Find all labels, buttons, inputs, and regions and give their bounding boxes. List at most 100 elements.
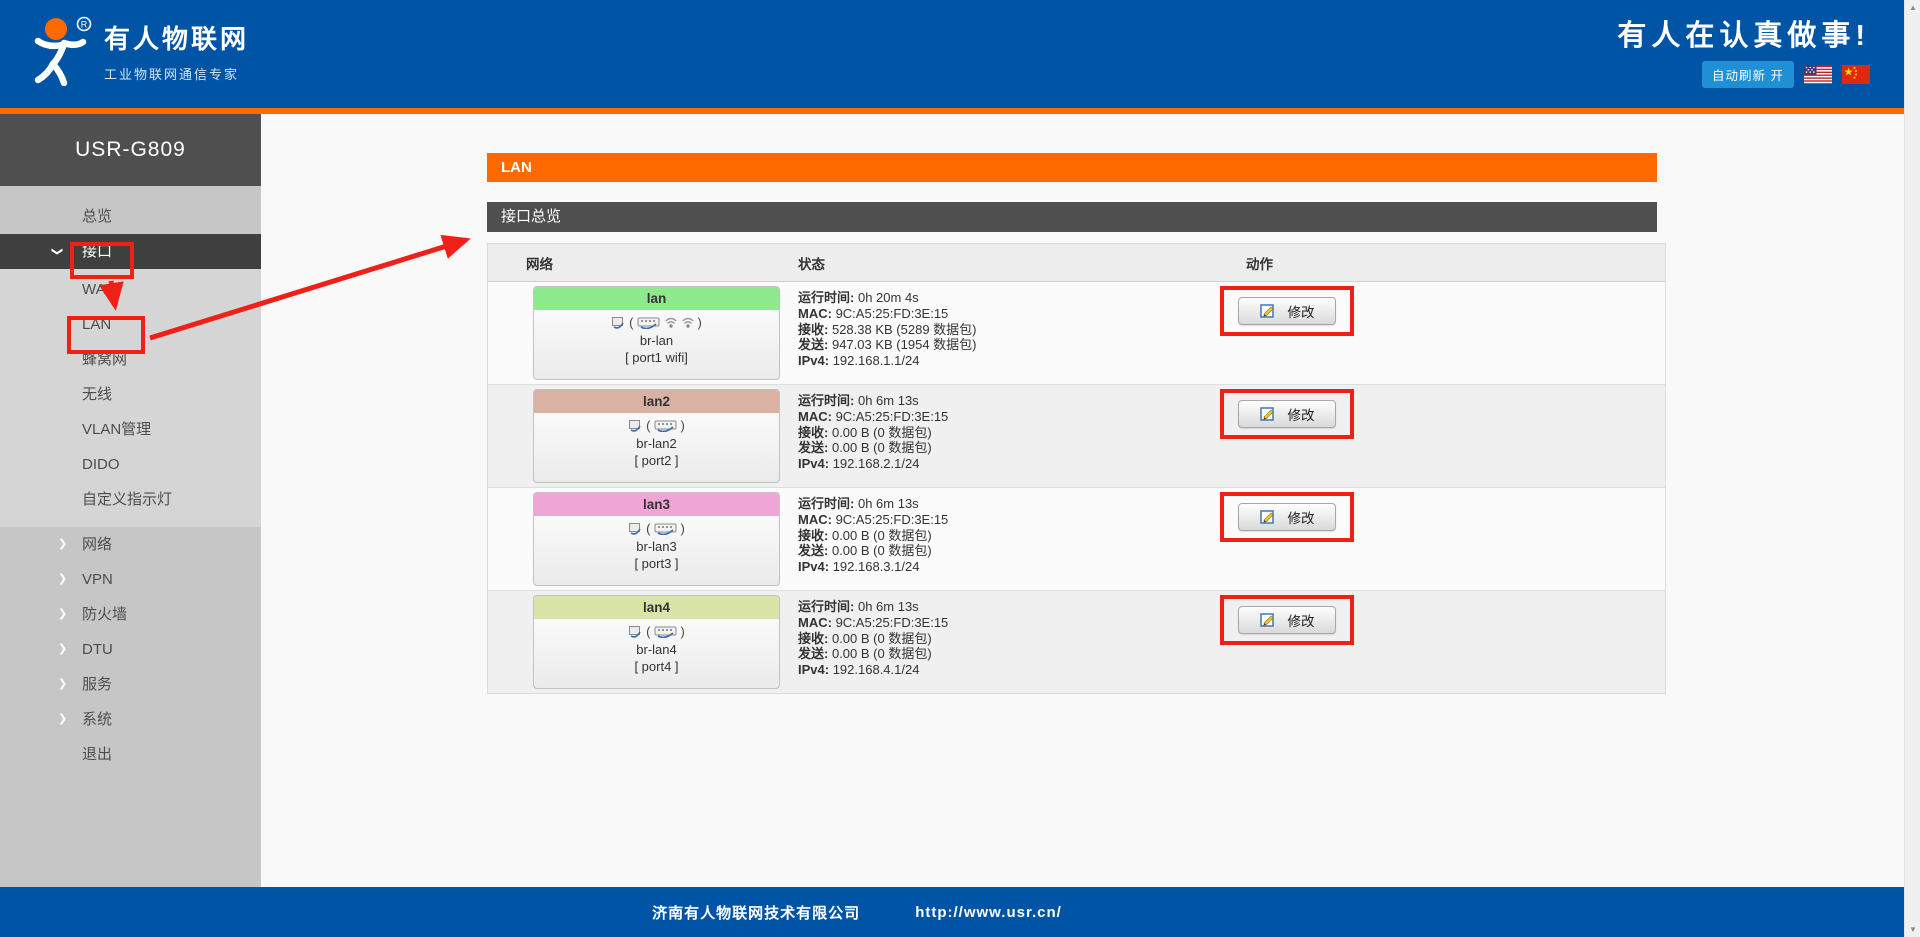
edit-button-lan[interactable]: 修改 xyxy=(1238,297,1336,325)
interfaces-submenu: WAN LAN 蜂窝网 无线 VLAN管理 DIDO 自定义指示灯 xyxy=(0,269,261,527)
edit-icon xyxy=(1260,612,1276,628)
us-flag-icon[interactable] xyxy=(1804,65,1832,84)
chevron-right-icon: ❯ xyxy=(58,597,67,632)
sidebar-item-vlan[interactable]: VLAN管理 xyxy=(0,412,261,447)
interface-name: lan2 xyxy=(534,390,779,413)
sidebar-item-interfaces[interactable]: ❯接口 xyxy=(0,234,261,269)
port-list: [ port4 ] xyxy=(534,658,779,675)
main-content: LAN 接口总览 网络 状态 动作 lan ( xyxy=(261,114,1904,887)
port-list: [ port1 wifi] xyxy=(534,349,779,366)
sidebar-item-wireless[interactable]: 无线 xyxy=(0,377,261,412)
section-title: 接口总览 xyxy=(487,202,1657,232)
col-status: 状态 xyxy=(788,253,1218,273)
chevron-right-icon: ❯ xyxy=(58,632,67,667)
sidebar-item-wan[interactable]: WAN xyxy=(0,272,261,307)
table-row-lan2: lan2 ( ) br-lan2 [ port2 ] xyxy=(488,385,1665,488)
port-list: [ port3 ] xyxy=(534,555,779,572)
sidebar-item-cellular[interactable]: 蜂窝网 xyxy=(0,342,261,377)
sidebar-item-logout[interactable]: 退出 xyxy=(0,737,261,772)
wifi-icon xyxy=(681,316,695,329)
interface-card-lan3: lan3 ( ) br-lan3 [ port3 ] xyxy=(533,492,780,586)
top-header: R 有人物联网 工业物联网通信专家 有人在认真做事! 自动刷新 开 xyxy=(0,0,1904,108)
bridge-name: br-lan xyxy=(534,332,779,349)
interface-icons: ( ) xyxy=(534,622,779,641)
interface-icons: ( ) xyxy=(534,416,779,435)
router-admin-page: R 有人物联网 工业物联网通信专家 有人在认真做事! 自动刷新 开 xyxy=(0,0,1920,937)
edit-button-lan4[interactable]: 修改 xyxy=(1238,606,1336,634)
interface-card-lan: lan ( ) br-lan [ port1 wifi] xyxy=(533,286,780,380)
bridge-name: br-lan3 xyxy=(534,538,779,555)
header-controls: 自动刷新 开 ★ xyxy=(1702,61,1870,88)
edit-button-lan3[interactable]: 修改 xyxy=(1238,503,1336,531)
interface-card-lan2: lan2 ( ) br-lan2 [ port2 ] xyxy=(533,389,780,483)
device-name: USR-G809 xyxy=(0,114,261,186)
brand-title: 有人物联网 xyxy=(104,24,249,54)
interface-name: lan3 xyxy=(534,493,779,516)
usr-logo-icon: R xyxy=(26,14,92,86)
scrollbar[interactable]: ▲ ▼ xyxy=(1904,0,1920,937)
annotation-box: 修改 xyxy=(1220,286,1354,336)
footer: 济南有人物联网技术有限公司 http://www.usr.cn/ xyxy=(0,887,1904,937)
interface-name: lan4 xyxy=(534,596,779,619)
interface-status: 运行时间: 0h 6m 13s MAC: 9C:A5:25:FD:3E:15 接… xyxy=(788,591,1218,693)
chevron-right-icon: ❯ xyxy=(58,667,67,702)
scroll-down-arrow-icon[interactable]: ▼ xyxy=(1905,925,1920,934)
bridge-name: br-lan2 xyxy=(534,435,779,452)
interface-status: 运行时间: 0h 6m 13s MAC: 9C:A5:25:FD:3E:15 接… xyxy=(788,385,1218,487)
interface-table: 网络 状态 动作 lan ( xyxy=(487,243,1666,694)
auto-refresh-toggle[interactable]: 自动刷新 开 xyxy=(1702,61,1794,88)
edit-icon xyxy=(1260,406,1276,422)
wifi-icon xyxy=(664,316,678,329)
ethernet-port-icon xyxy=(628,419,643,432)
sidebar-item-custom-led[interactable]: 自定义指示灯 xyxy=(0,482,261,517)
ethernet-port-icon xyxy=(611,316,626,329)
ethernet-port-icon xyxy=(628,522,643,535)
ethernet-port-icon xyxy=(628,625,643,638)
chevron-right-icon: ❯ xyxy=(58,702,67,737)
scroll-up-arrow-icon[interactable]: ▲ xyxy=(1905,3,1920,12)
svg-text:★: ★ xyxy=(1844,67,1854,79)
interface-name: lan xyxy=(534,287,779,310)
reg-mark-glyph: R xyxy=(81,20,88,30)
header-right: 有人在认真做事! 自动刷新 开 ★ xyxy=(1617,20,1870,88)
sidebar-item-system[interactable]: ❯系统 xyxy=(0,702,261,737)
footer-url[interactable]: http://www.usr.cn/ xyxy=(915,904,1062,921)
sidebar-item-network[interactable]: ❯网络 xyxy=(0,527,261,562)
chevron-down-icon: ❯ xyxy=(39,247,74,256)
brand-subtitle: 工业物联网通信专家 xyxy=(104,64,249,83)
slogan-text: 有人在认真做事! xyxy=(1617,20,1870,52)
sidebar-item-lan[interactable]: LAN xyxy=(0,307,261,342)
switch-icon xyxy=(654,522,678,535)
bridge-name: br-lan4 xyxy=(534,641,779,658)
sidebar-item-dtu[interactable]: ❯DTU xyxy=(0,632,261,667)
table-row-lan4: lan4 ( ) br-lan4 [ port4 ] xyxy=(488,591,1665,693)
sidebar-item-firewall[interactable]: ❯防火墙 xyxy=(0,597,261,632)
sidebar: USR-G809 总览 ❯接口 WAN LAN 蜂窝网 无线 VLAN管理 DI… xyxy=(0,114,261,887)
interface-status: 运行时间: 0h 20m 4s MAC: 9C:A5:25:FD:3E:15 接… xyxy=(788,282,1218,384)
sidebar-item-overview[interactable]: 总览 xyxy=(0,199,261,234)
edit-icon xyxy=(1260,303,1276,319)
edit-button-lan2[interactable]: 修改 xyxy=(1238,400,1336,428)
interface-status: 运行时间: 0h 6m 13s MAC: 9C:A5:25:FD:3E:15 接… xyxy=(788,488,1218,590)
switch-icon xyxy=(637,316,661,329)
table-row-lan: lan ( ) br-lan [ port1 wifi] xyxy=(488,282,1665,385)
port-list: [ port2 ] xyxy=(534,452,779,469)
cn-flag-icon[interactable]: ★ xyxy=(1842,65,1870,84)
interface-icons: ( ) xyxy=(534,313,779,332)
table-row-lan3: lan3 ( ) br-lan3 [ port3 ] xyxy=(488,488,1665,591)
annotation-box: 修改 xyxy=(1220,492,1354,542)
table-header-row: 网络 状态 动作 xyxy=(488,244,1665,282)
edit-icon xyxy=(1260,509,1276,525)
sidebar-item-vpn[interactable]: ❯VPN xyxy=(0,562,261,597)
sidebar-item-dido[interactable]: DIDO xyxy=(0,447,261,482)
chevron-right-icon: ❯ xyxy=(58,562,67,597)
page-title: LAN xyxy=(487,153,1657,182)
chevron-right-icon: ❯ xyxy=(58,527,67,562)
sidebar-item-services[interactable]: ❯服务 xyxy=(0,667,261,702)
brand: R 有人物联网 工业物联网通信专家 xyxy=(26,14,249,86)
footer-company: 济南有人物联网技术有限公司 xyxy=(652,902,860,923)
interface-card-lan4: lan4 ( ) br-lan4 [ port4 ] xyxy=(533,595,780,689)
sidebar-nav: 总览 ❯接口 WAN LAN 蜂窝网 无线 VLAN管理 DIDO 自定义指示灯… xyxy=(0,186,261,772)
brand-text: 有人物联网 工业物联网通信专家 xyxy=(104,14,249,83)
switch-icon xyxy=(654,419,678,432)
